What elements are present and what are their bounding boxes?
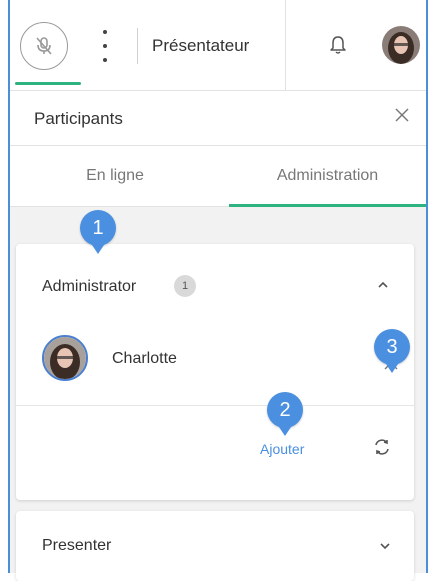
callout-marker-1: 1 (80, 210, 116, 254)
chevron-down-icon[interactable] (378, 539, 392, 558)
participants-tabs: En ligne Administration (10, 146, 426, 207)
app-frame: Présentateur Participants En ligne Admin… (8, 0, 428, 581)
notifications-bell-icon[interactable] (328, 34, 348, 61)
close-icon[interactable] (394, 107, 410, 128)
add-administrator-link[interactable]: Ajouter (260, 441, 304, 457)
refresh-icon[interactable] (372, 437, 392, 462)
participant-name: Charlotte (112, 350, 177, 367)
administrator-count-badge: 1 (174, 275, 196, 297)
callout-marker-2: 2 (267, 392, 303, 436)
administration-content: Administrator 1 Charlotte Ajouter Presen… (10, 207, 426, 581)
card-divider (16, 405, 414, 406)
active-tool-indicator (15, 82, 81, 85)
administrator-section-title[interactable]: Administrator (42, 278, 136, 296)
participants-title: Participants (34, 109, 123, 128)
tab-online[interactable]: En ligne (10, 146, 220, 206)
toolbar: Présentateur (10, 0, 426, 91)
tab-administration[interactable]: Administration (229, 146, 426, 206)
presenter-section: Presenter (16, 511, 414, 581)
toolbar-divider-2 (285, 0, 286, 90)
presenter-mode-button[interactable]: Présentateur (152, 36, 249, 56)
presenter-section-title[interactable]: Presenter (42, 537, 111, 555)
mute-microphone-button[interactable] (20, 22, 68, 70)
toolbar-divider (137, 28, 138, 64)
microphone-off-icon (36, 37, 52, 55)
user-avatar[interactable] (382, 26, 420, 64)
more-options-icon[interactable] (98, 30, 112, 62)
participants-header: Participants (10, 91, 426, 146)
administrator-section: Administrator 1 Charlotte Ajouter (16, 244, 414, 500)
callout-marker-3: 3 (374, 329, 410, 373)
participant-avatar (42, 335, 88, 381)
chevron-up-icon[interactable] (376, 278, 390, 297)
